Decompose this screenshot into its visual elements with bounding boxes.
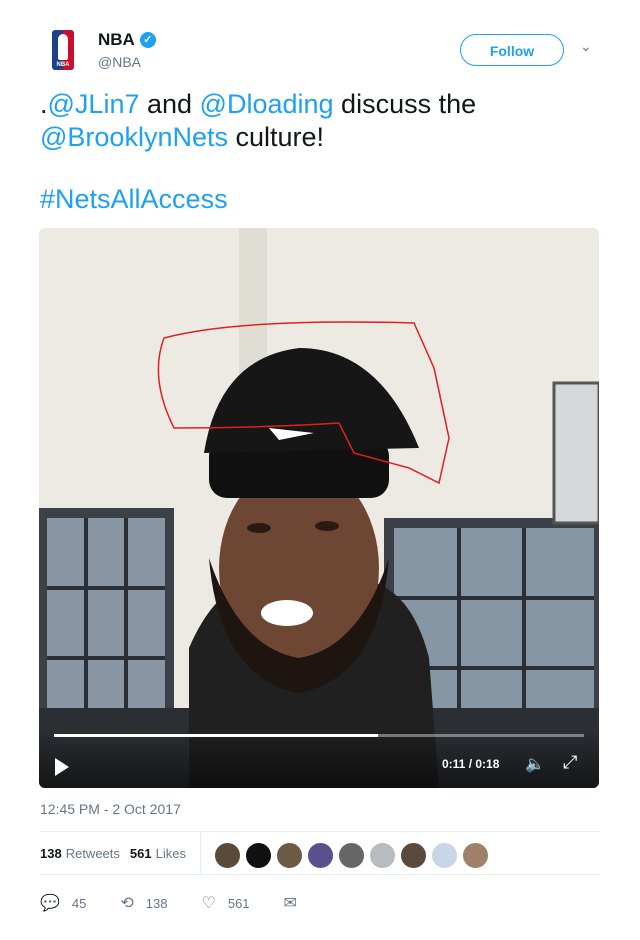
mention-dloading[interactable]: @Dloading [200, 89, 334, 119]
reply-icon: 💬 [40, 895, 60, 912]
chevron-down-icon[interactable]: ⌄ [580, 38, 592, 55]
avatar[interactable] [307, 842, 334, 869]
video-controls: 0:11 / 0:18 🔈 ⤢ [39, 730, 599, 788]
mail-icon: ✉ [283, 895, 297, 912]
tweet-text: .@JLin7 and @Dloading discuss the @Brook… [40, 89, 477, 152]
follow-button[interactable]: Follow [460, 34, 564, 66]
volume-icon[interactable]: 🔈 [525, 754, 545, 774]
heart-icon: ♡ [201, 895, 216, 912]
divider [40, 874, 600, 875]
retweets-stat[interactable]: 138 Retweets [40, 846, 120, 861]
like-button[interactable]: ♡ 561 [202, 893, 250, 913]
avatar[interactable] [214, 842, 241, 869]
mention-brooklynnets[interactable]: @BrooklynNets [40, 122, 228, 152]
retweet-icon: ⟲ [120, 895, 134, 912]
play-icon[interactable] [55, 758, 69, 776]
divider [200, 832, 201, 874]
tweet-actions: 💬 45 ⟲ 138 ♡ 561 ✉ [40, 893, 331, 913]
mention-jlin7[interactable]: @JLin7 [48, 89, 140, 119]
avatar[interactable] [338, 842, 365, 869]
avatar[interactable] [276, 842, 303, 869]
nba-logo[interactable]: NBA [52, 30, 74, 70]
tweet-timestamp[interactable]: 12:45 PM - 2 Oct 2017 [40, 801, 181, 817]
hashtag-link[interactable]: #NetsAllAccess [40, 184, 228, 215]
user-handle[interactable]: @NBA [98, 54, 141, 70]
user-name[interactable]: NBA ✓ [98, 30, 156, 50]
video-player[interactable]: 0:11 / 0:18 🔈 ⤢ [39, 228, 599, 788]
video-progress-bar[interactable] [54, 734, 584, 737]
retweet-button[interactable]: ⟲ 138 [120, 893, 167, 913]
avatar[interactable] [462, 842, 489, 869]
likes-stat[interactable]: 561 Likes [130, 846, 186, 861]
video-frame [39, 228, 599, 788]
avatar[interactable] [431, 842, 458, 869]
avatar[interactable] [400, 842, 427, 869]
liker-avatars [214, 842, 489, 869]
reply-button[interactable]: 💬 45 [40, 893, 86, 913]
video-time: 0:11 / 0:18 [442, 757, 500, 771]
divider [40, 831, 600, 832]
fullscreen-icon[interactable]: ⤢ [563, 752, 577, 773]
engagement-stats: 138 Retweets 561 Likes [40, 846, 196, 861]
message-button[interactable]: ✉ [284, 893, 297, 913]
tweet-header: NBA NBA ✓ @NBA Follow ⌄ [40, 24, 610, 84]
avatar[interactable] [245, 842, 272, 869]
avatar[interactable] [369, 842, 396, 869]
verified-icon: ✓ [139, 32, 156, 48]
